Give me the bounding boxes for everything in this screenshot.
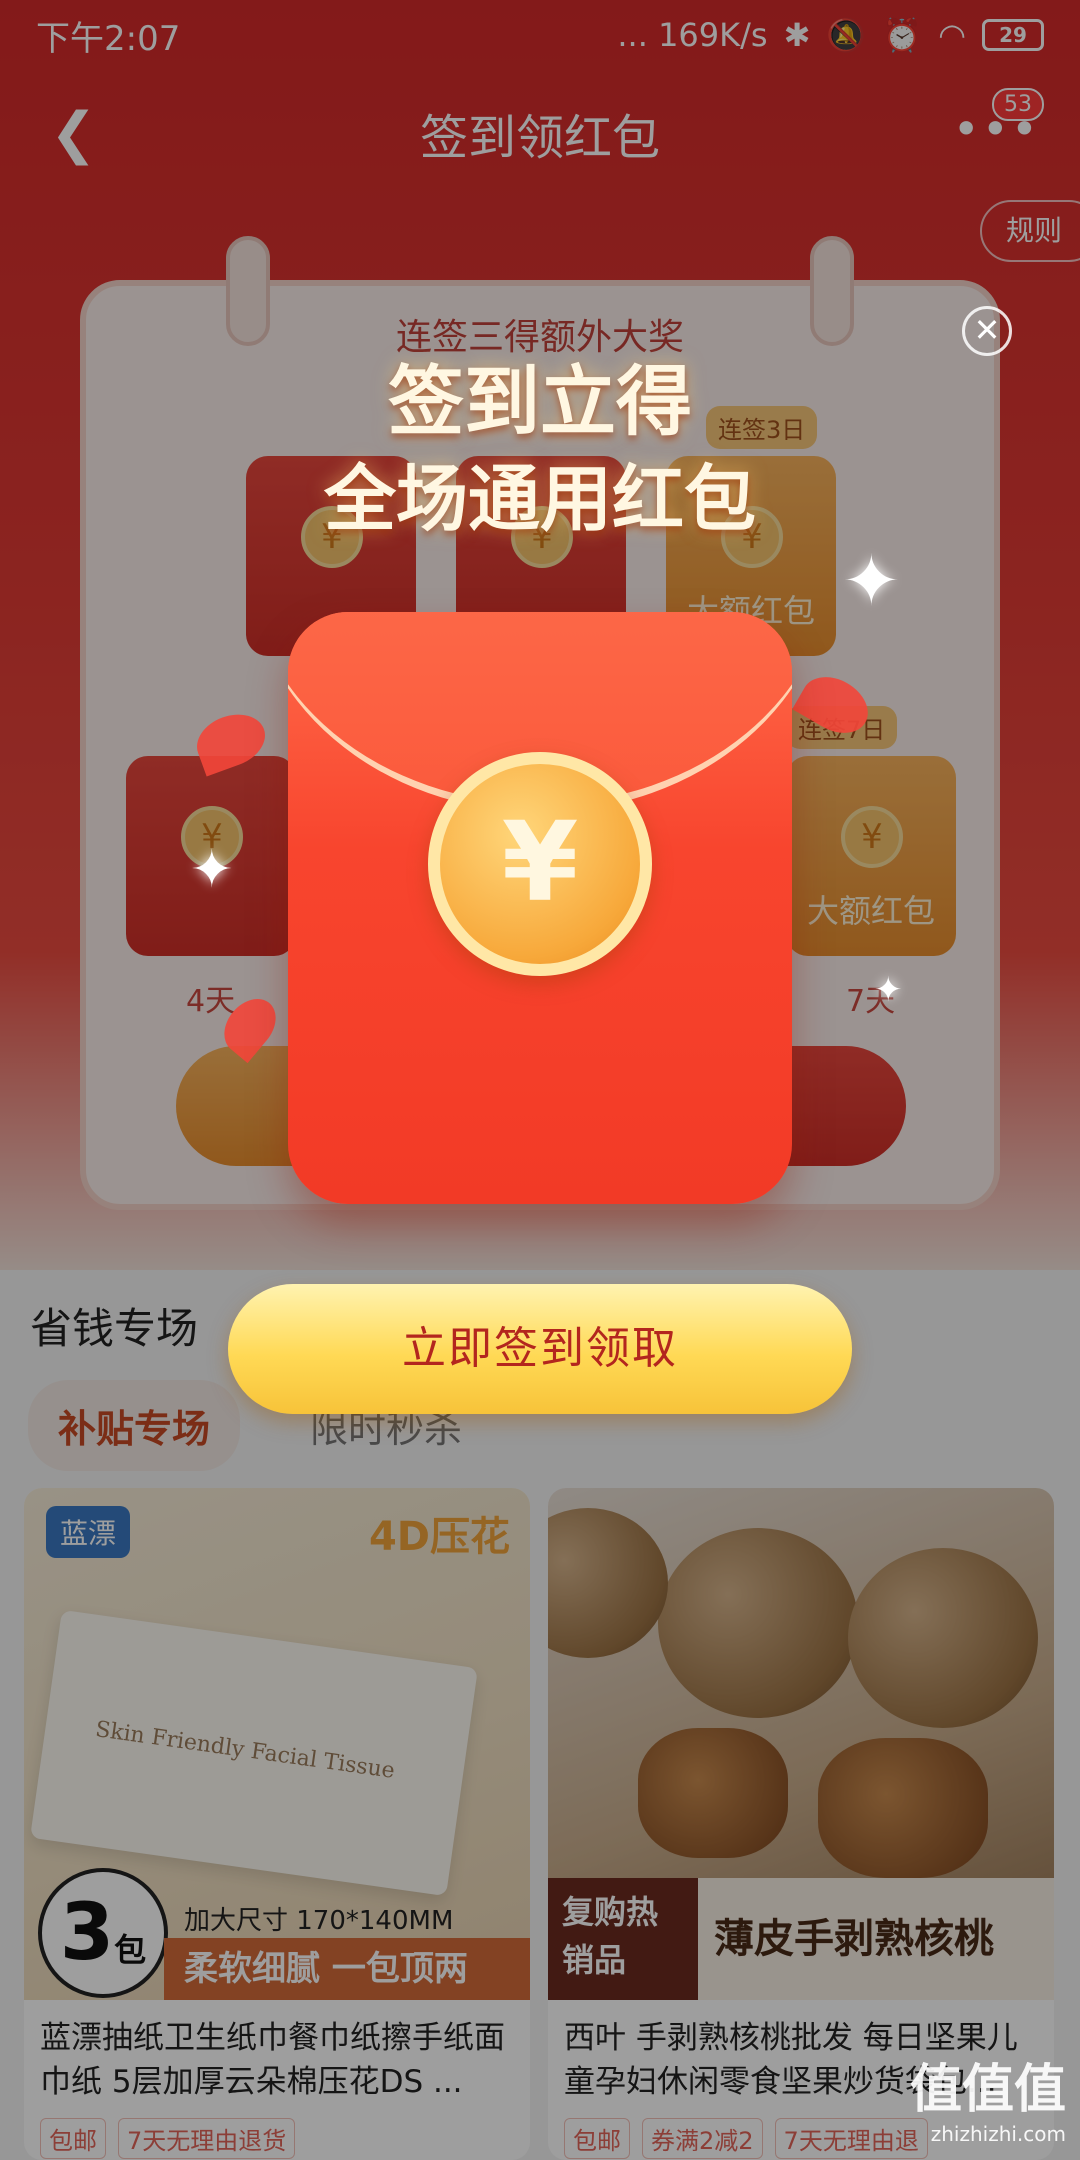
modal-heading-line1: 签到立得 [388, 357, 692, 446]
yuan-coin-icon: ¥ [428, 752, 652, 976]
modal-heading-line2: 全场通用红包 [323, 457, 756, 541]
checkin-modal: ✕ 签到立得 全场通用红包 ✦ ✦ ✦ ¥ 立即签到领取 [0, 0, 1080, 2160]
sparkle-icon: ✦ [874, 970, 903, 1010]
watermark-logo: 值值值 [909, 2060, 1066, 2120]
watermark-url: zhizhizhi.com [930, 2122, 1066, 2146]
checkin-claim-button[interactable]: 立即签到领取 [228, 1284, 852, 1414]
petal-decoration [189, 705, 273, 777]
petal-decoration [792, 665, 878, 745]
sparkle-icon: ✦ [842, 540, 901, 622]
sparkle-icon: ✦ [190, 840, 234, 900]
petal-decoration [213, 988, 287, 1064]
red-packet-graphic: ¥ [288, 612, 792, 1204]
watermark: 值值值 zhizhizhi.com [910, 2047, 1066, 2146]
